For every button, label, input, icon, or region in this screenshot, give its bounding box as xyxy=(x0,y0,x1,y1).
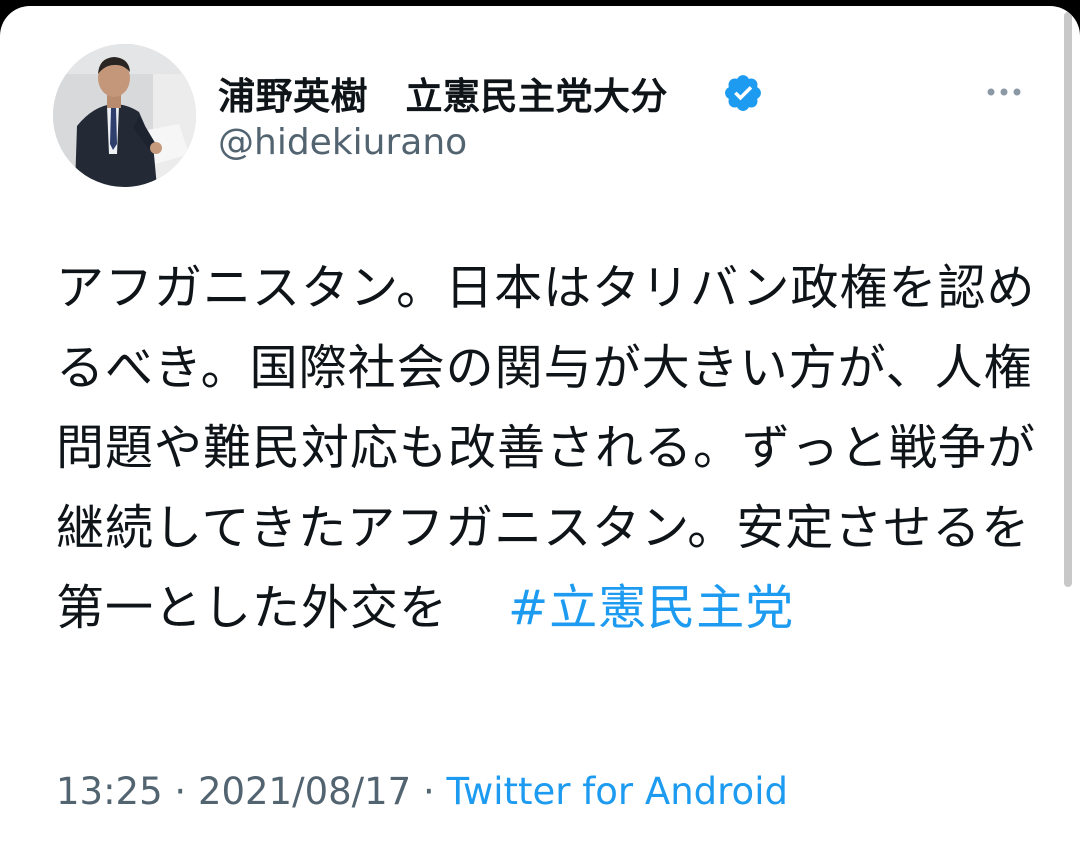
separator: · xyxy=(422,770,435,813)
user-handle[interactable]: @hidekiurano xyxy=(218,122,467,163)
scrollbar[interactable] xyxy=(1064,12,1072,587)
tweet-body: アフガニスタン。日本はタリバン政権を認めるべき。国際社会の関与が大きい方が、人権… xyxy=(56,248,1036,648)
tweet-card: 浦野英樹 立憲民主党大分 @hidekiurano アフガニスタン。日本はタリバ… xyxy=(0,6,1080,843)
avatar-photo-icon xyxy=(53,44,196,187)
tweet-source-link[interactable]: Twitter for Android xyxy=(447,770,788,813)
tweet-date[interactable]: 2021/08/17 xyxy=(198,770,411,813)
tweet-metadata: 13:25 · 2021/08/17 · Twitter for Android xyxy=(56,770,788,813)
more-options-icon[interactable] xyxy=(984,80,1024,104)
separator: · xyxy=(174,770,187,813)
tweet-time[interactable]: 13:25 xyxy=(56,770,163,813)
display-name[interactable]: 浦野英樹 立憲民主党大分 xyxy=(218,66,668,120)
avatar[interactable] xyxy=(53,44,196,187)
verified-badge-icon xyxy=(725,75,761,111)
hashtag-link[interactable]: #立憲民主党 xyxy=(508,580,794,636)
